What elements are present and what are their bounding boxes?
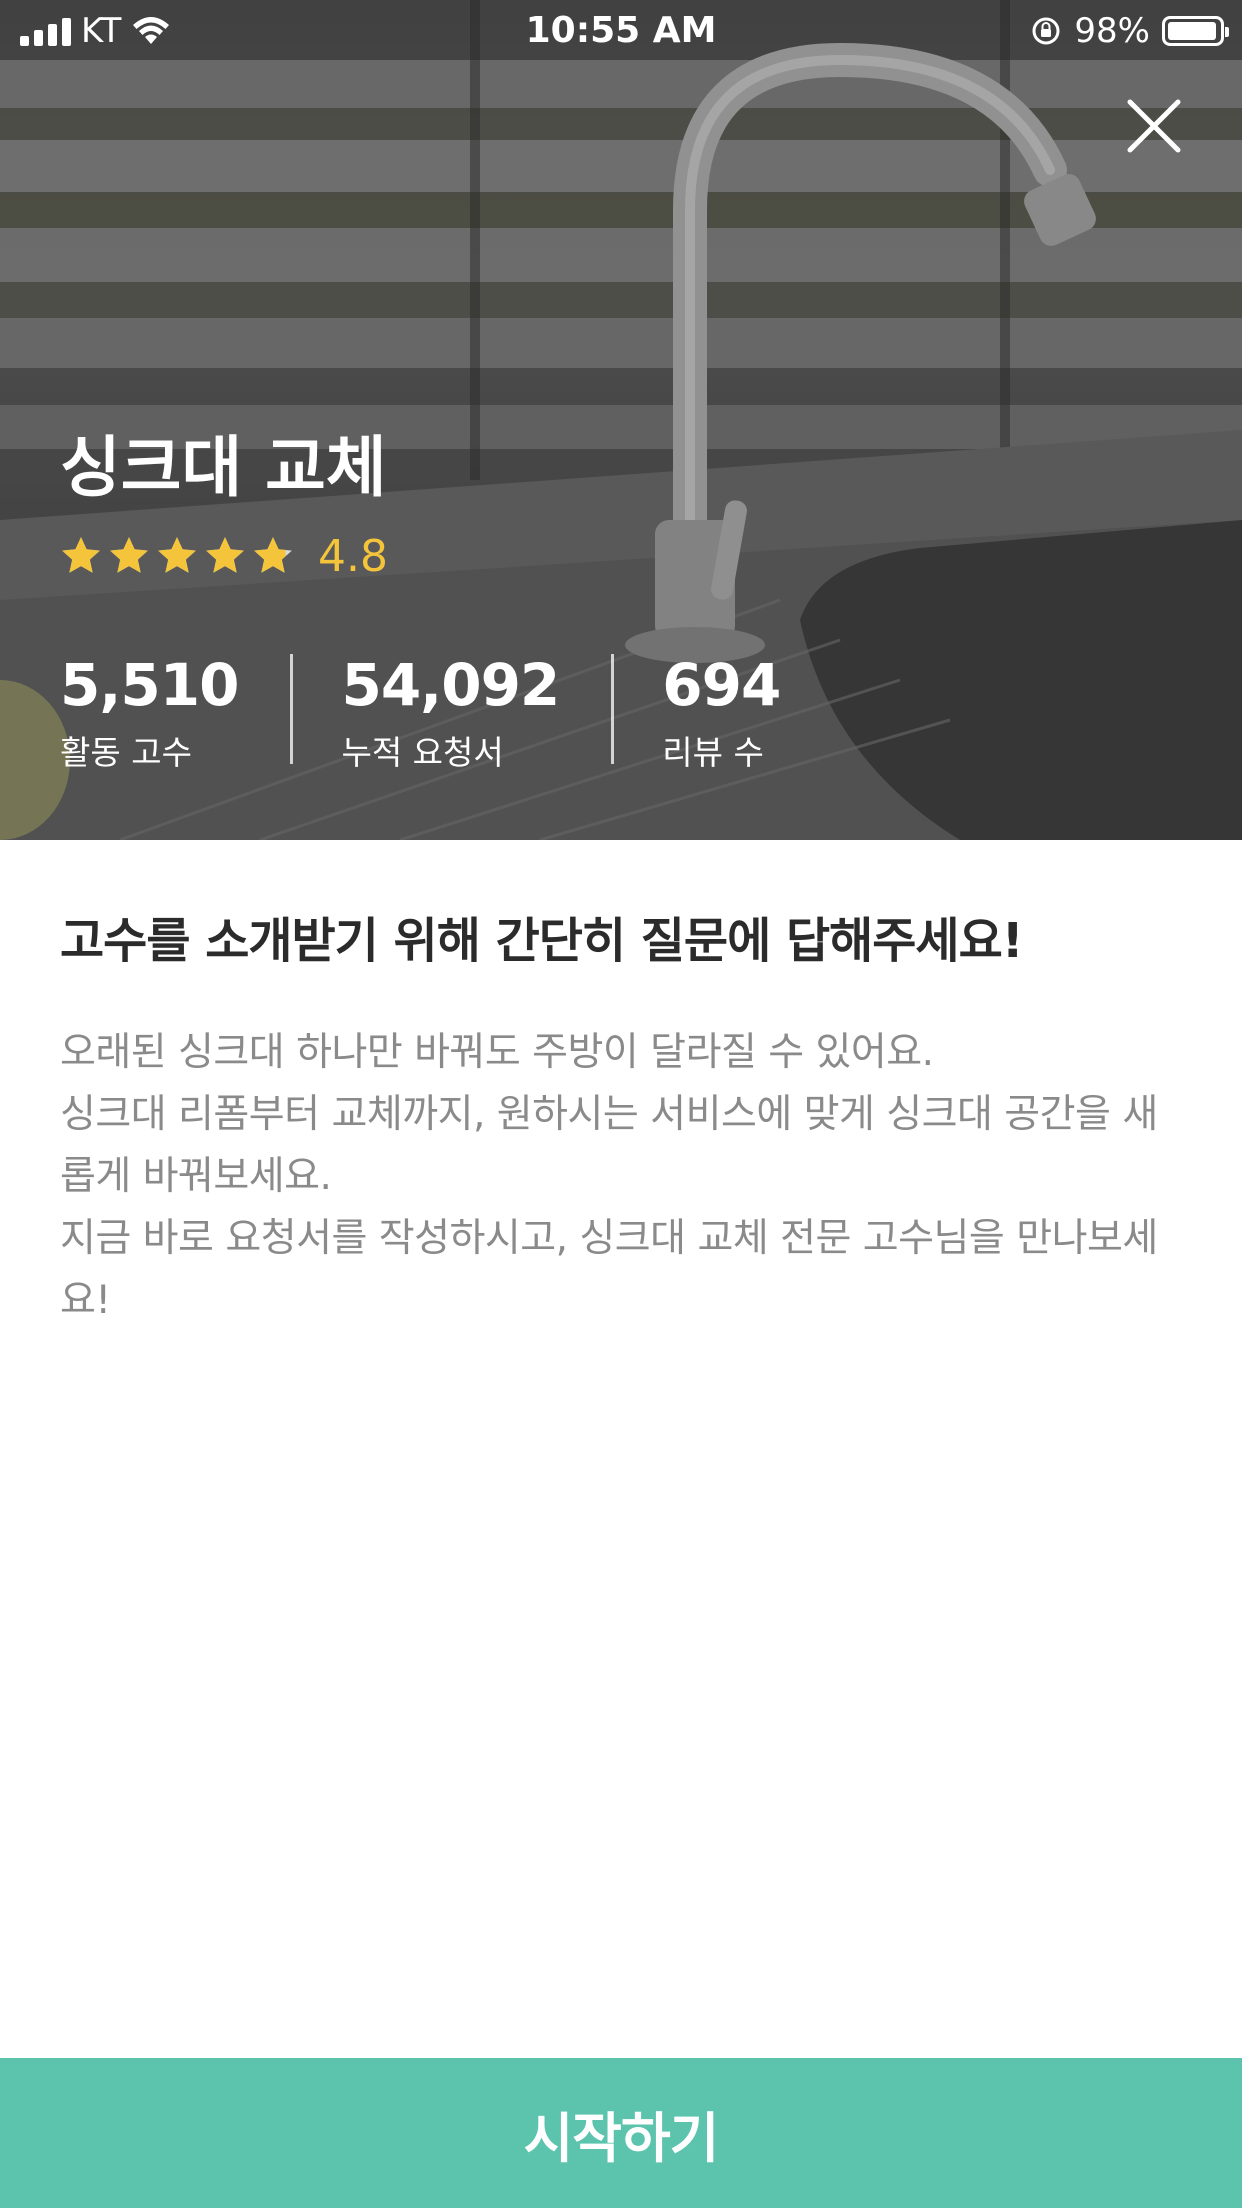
battery-percentage: 98% [1074,11,1150,51]
star-icon [254,537,292,573]
service-title: 싱크대 교체 [60,429,387,506]
star-icon [62,537,100,573]
start-button-label: 시작하기 [523,2106,720,2170]
star-icon [158,537,196,573]
rotation-lock-icon [1032,17,1060,45]
battery-icon [1162,16,1229,46]
start-button[interactable]: 시작하기 [0,2058,1242,2208]
stat-divider [290,654,294,764]
stat-divider [611,654,615,764]
status-bar: KT 10:55 AM 98% [0,0,1242,62]
stats-row: 5,510 활동 고수 54,092 누적 요청서 694 리뷰 수 [60,650,781,780]
close-button[interactable] [1120,92,1188,160]
star-rating [60,535,294,577]
stat-value: 694 [662,651,781,719]
description-line: 지금 바로 요청서를 작성하시고, 싱크대 교체 전문 고수님을 만나보세요! [60,1216,1158,1323]
hero-banner: KT 10:55 AM 98% 싱크대 교체 4.8 5,510 활동 고수 5… [0,0,1242,840]
stat-review-count: 694 리뷰 수 [662,650,781,780]
stat-value: 5,510 [60,651,239,719]
intro-heading: 고수를 소개받기 위해 간단히 질문에 답해주세요! [60,913,1024,969]
stat-active-experts: 5,510 활동 고수 [60,650,239,780]
stat-label: 활동 고수 [60,733,192,772]
close-icon [1127,99,1181,153]
star-icon [206,537,244,573]
rating-value: 4.8 [318,530,388,582]
stat-label: 누적 요청서 [341,733,504,772]
stat-value: 54,092 [341,651,560,719]
description-line: 오래된 싱크대 하나만 바꿔도 주방이 달라질 수 있어요. [60,1030,934,1075]
rating-summary: 4.8 [60,526,388,586]
description-line: 싱크대 리폼부터 교체까지, 원하시는 서비스에 맞게 싱크대 공간을 새롭게 … [60,1092,1158,1199]
stat-label: 리뷰 수 [662,733,764,772]
stat-total-requests: 54,092 누적 요청서 [341,650,560,780]
intro-description: 오래된 싱크대 하나만 바꿔도 주방이 달라질 수 있어요. 싱크대 리폼부터 … [60,1022,1190,1332]
star-icon [110,537,148,573]
